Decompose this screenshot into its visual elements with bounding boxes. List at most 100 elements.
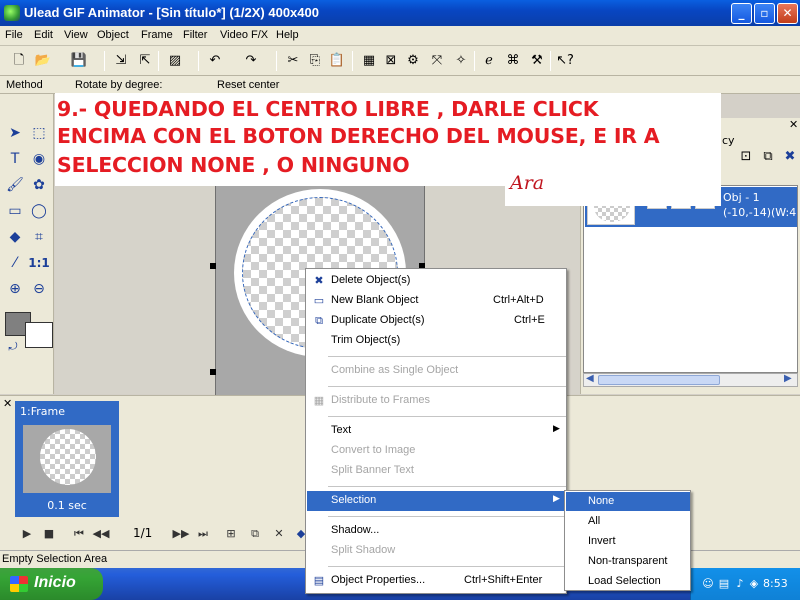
- new-file-icon[interactable]: 🗋: [10, 52, 28, 70]
- marquee-tool-icon[interactable]: ⬚: [28, 122, 50, 144]
- next-frame-icon[interactable]: ▶▶: [172, 525, 190, 543]
- first-frame-icon[interactable]: ⏮: [70, 525, 88, 543]
- zoom-out-icon[interactable]: ⊖: [28, 278, 50, 300]
- menu-item-text[interactable]: Text ▶: [307, 421, 566, 441]
- menu-item-convert-to-image[interactable]: Convert to Image: [307, 441, 566, 461]
- tray-icon-security[interactable]: ◈: [747, 577, 761, 591]
- start-button[interactable]: Inicio: [0, 568, 103, 600]
- optimize-icon[interactable]: ⚙: [404, 52, 422, 70]
- status-text: Empty Selection Area: [2, 553, 108, 565]
- stop-icon[interactable]: ■: [40, 525, 58, 543]
- menu-item-new-blank-object[interactable]: ▭ New Blank Object Ctrl+Alt+D: [307, 291, 566, 311]
- open-folder-icon[interactable]: 📂: [34, 52, 52, 70]
- transform-tool-icon[interactable]: ◉: [28, 148, 50, 170]
- actual-size-icon[interactable]: 1:1: [28, 252, 50, 274]
- minimize-button[interactable]: _: [731, 3, 752, 24]
- last-frame-icon[interactable]: ⏭: [194, 525, 212, 543]
- menu-item-distribute[interactable]: ▦ Distribute to Frames: [307, 391, 566, 411]
- frame-delay[interactable]: 0.1 sec: [15, 499, 119, 512]
- object-panel-icon[interactable]: ⊡: [737, 148, 755, 166]
- eraser-tool-icon[interactable]: ▭: [4, 200, 26, 222]
- selection-handle[interactable]: [210, 369, 216, 375]
- menu-item-split-banner-text[interactable]: Split Banner Text: [307, 461, 566, 481]
- paste-icon[interactable]: 📋: [328, 52, 346, 70]
- help-pointer-icon[interactable]: ↖?: [556, 52, 574, 70]
- properties-icon: ▤: [313, 575, 325, 587]
- resize-icon[interactable]: ⤧: [428, 52, 446, 70]
- submenu-item-none[interactable]: None: [566, 492, 690, 511]
- cut-icon[interactable]: ✂: [284, 52, 302, 70]
- scroll-left-icon[interactable]: ◀: [586, 373, 594, 384]
- object-list-scrollbar[interactable]: ◀ ▶: [583, 373, 798, 387]
- browser-preview-icon[interactable]: ℯ: [480, 52, 498, 70]
- panel-tab-label: cy: [722, 134, 735, 147]
- previous-frame-icon[interactable]: ◀◀: [92, 525, 110, 543]
- tools-icon[interactable]: ⚒: [528, 52, 546, 70]
- text-tool-icon[interactable]: T: [4, 148, 26, 170]
- submenu-item-invert[interactable]: Invert: [566, 532, 690, 551]
- maximize-button[interactable]: ▫: [754, 3, 775, 24]
- pick-tool-icon[interactable]: ➤: [4, 122, 26, 144]
- menu-item-split-shadow[interactable]: Split Shadow: [307, 541, 566, 561]
- menu-item-object-properties[interactable]: ▤ Object Properties... Ctrl+Shift+Enter: [307, 571, 566, 591]
- menu-item-combine[interactable]: Combine as Single Object: [307, 361, 566, 381]
- instruction-line-2: ENCIMA CON EL BOTON DERECHO DEL MOUSE, E…: [57, 124, 660, 148]
- menu-item-delete-objects[interactable]: ✖ Delete Object(s): [307, 271, 566, 291]
- submenu-item-load-selection[interactable]: Load Selection: [566, 572, 690, 591]
- swap-colors-icon[interactable]: ⤾: [2, 336, 24, 358]
- menu-video-fx[interactable]: Video F/X: [220, 29, 268, 41]
- background-color-swatch[interactable]: [25, 322, 53, 348]
- effects-icon[interactable]: ✧: [452, 52, 470, 70]
- export-icon[interactable]: ⇱: [136, 52, 154, 70]
- reset-center-label[interactable]: Reset center: [217, 79, 279, 91]
- delete-frame-button-icon[interactable]: ✕: [270, 525, 288, 543]
- web-icon[interactable]: ⌘: [504, 52, 522, 70]
- frame-tool-icon[interactable]: ▦: [360, 52, 378, 70]
- tray-icon-network[interactable]: ▤: [717, 577, 731, 591]
- menu-object[interactable]: Object: [97, 29, 129, 41]
- lasso-tool-icon[interactable]: ✿: [28, 174, 50, 196]
- menu-edit[interactable]: Edit: [34, 29, 53, 41]
- menu-item-selection[interactable]: Selection ▶: [307, 491, 566, 511]
- menu-item-duplicate-objects[interactable]: ⧉ Duplicate Object(s) Ctrl+E: [307, 311, 566, 331]
- menu-item-trim-objects[interactable]: Trim Object(s): [307, 331, 566, 351]
- delete-object-icon[interactable]: ✖: [781, 148, 799, 166]
- object-coords: (-10,-14)(W:420: [723, 206, 797, 219]
- eyedropper-icon[interactable]: ⁄: [4, 252, 26, 274]
- undo-icon[interactable]: ↶: [206, 52, 224, 70]
- crop-tool-icon[interactable]: ⌗: [28, 226, 50, 248]
- add-frame-icon[interactable]: ⊞: [222, 525, 240, 543]
- duplicate-frame-icon[interactable]: ⧉: [246, 525, 264, 543]
- submenu-item-all[interactable]: All: [566, 512, 690, 531]
- panel-close-icon[interactable]: ✕: [789, 118, 798, 131]
- frame-panel-close-icon[interactable]: ✕: [3, 397, 12, 410]
- app-icon[interactable]: [4, 5, 20, 21]
- menu-filter[interactable]: Filter: [183, 29, 207, 41]
- fill-tool-icon[interactable]: ◆: [4, 226, 26, 248]
- menu-item-shadow[interactable]: Shadow...: [307, 521, 566, 541]
- palette-icon[interactable]: ▨: [166, 52, 184, 70]
- rotate-label: Rotate by degree:: [75, 79, 163, 91]
- menu-view[interactable]: View: [64, 29, 88, 41]
- submenu-item-non-transparent[interactable]: Non-transparent: [566, 552, 690, 571]
- delete-frame-icon[interactable]: ⊠: [382, 52, 400, 70]
- redo-icon[interactable]: ↷: [242, 52, 260, 70]
- scroll-right-icon[interactable]: ▶: [784, 373, 792, 384]
- menu-frame[interactable]: Frame: [141, 29, 173, 41]
- selection-handle[interactable]: [210, 263, 216, 269]
- play-icon[interactable]: ▶: [18, 525, 36, 543]
- duplicate-object-icon[interactable]: ⧉: [759, 148, 777, 166]
- zoom-in-icon[interactable]: ⊕: [4, 278, 26, 300]
- menu-help[interactable]: Help: [276, 29, 299, 41]
- close-button[interactable]: ✕: [777, 3, 798, 24]
- tray-icon-volume[interactable]: ♪: [733, 577, 747, 591]
- menu-file[interactable]: File: [5, 29, 23, 41]
- save-icon[interactable]: 💾: [70, 52, 88, 70]
- copy-icon[interactable]: ⎘: [306, 52, 324, 70]
- ellipse-select-icon[interactable]: ◯: [28, 200, 50, 222]
- scrollbar-thumb[interactable]: [598, 375, 720, 385]
- import-icon[interactable]: ⇲: [112, 52, 130, 70]
- frame-thumbnail[interactable]: 1:Frame 0.1 sec: [15, 401, 119, 517]
- paint-tool-icon[interactable]: 🖌: [4, 174, 26, 196]
- tray-icon-user[interactable]: ☺: [701, 577, 715, 591]
